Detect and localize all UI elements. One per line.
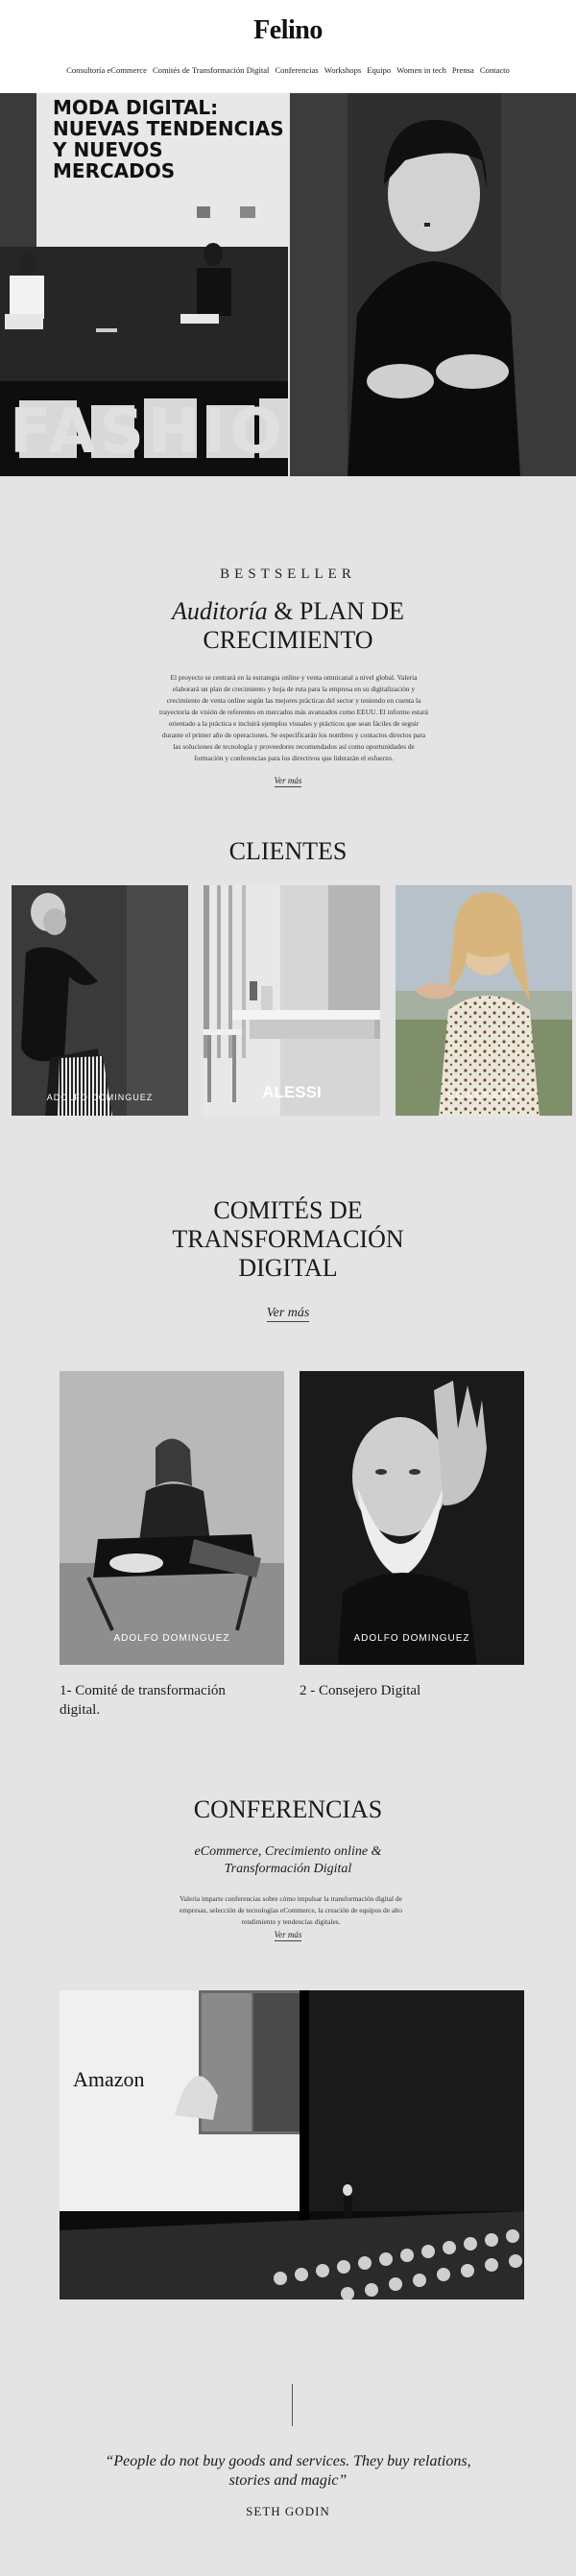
- nav-item-conferencias[interactable]: Conferencias: [275, 65, 318, 75]
- comites-ver-mas-link[interactable]: Ver más: [0, 1306, 576, 1322]
- quote-author: SETH GODIN: [246, 2504, 330, 2518]
- comite-card-1-photo[interactable]: ADOLFO DOMINGUEZ: [60, 1371, 284, 1665]
- conference-screen-text: Amazon: [73, 2067, 145, 2091]
- nav-item-comites[interactable]: Comités de Transformación Digital: [153, 65, 270, 75]
- conferencias-title: CONFERENCIAS: [193, 1795, 383, 1823]
- nav-item-contacto[interactable]: Contacto: [480, 65, 510, 75]
- conferencias-subtitle: eCommerce, Crecimiento online & Transfor…: [194, 1844, 382, 1876]
- comite-card-2-caption[interactable]: 2 - Consejero Digital: [300, 1681, 524, 1700]
- quote-text: “People do not buy goods and services. T…: [105, 2453, 471, 2489]
- hero-photo-left: MODA DIGITAL: NUEVAS TENDENCIAS Y NUEVOS…: [0, 93, 288, 476]
- client-brand-alessi: ALESSI: [262, 1083, 322, 1101]
- nav-item-workshops[interactable]: Workshops: [324, 65, 361, 75]
- bestseller-title: Auditoría & PLAN DE CRECIMIENTO: [172, 597, 404, 654]
- comites-title: COMITÉS DE TRANSFORMACIÓN DIGITAL: [172, 1196, 404, 1282]
- client-card-adolfo-dominguez[interactable]: ADOLFO DOMINGUEZ: [12, 885, 188, 1116]
- site-logo[interactable]: Felino: [0, 15, 576, 46]
- site-header: Felino Consultoría eCommerce Comités de …: [0, 0, 576, 93]
- nav-item-consultoria[interactable]: Consultoría eCommerce: [66, 65, 147, 75]
- bestseller-body: El proyecto se centrará en la estrategia…: [159, 673, 428, 762]
- client-brand-scalpers: SCALPERS: [446, 1091, 521, 1101]
- client-brand-adolfo: ADOLFO DOMINGUEZ: [46, 1093, 154, 1102]
- bestseller-ver-mas-link[interactable]: Ver más: [0, 776, 576, 787]
- comite-card-2-photo[interactable]: ADOLFO DOMINGUEZ: [300, 1371, 524, 1665]
- nav-item-equipo[interactable]: Equipo: [367, 65, 391, 75]
- comite-card-2-brand: ADOLFO DOMINGUEZ: [353, 1633, 470, 1644]
- conference-photo: Amazon: [60, 1990, 524, 2299]
- nav-item-women-in-tech[interactable]: Women in tech: [396, 65, 446, 75]
- conferencias-ver-mas-link[interactable]: Ver más: [0, 1930, 576, 1941]
- hero-photo-right: [290, 93, 576, 476]
- client-card-alessi[interactable]: ALESSI: [204, 885, 380, 1116]
- hero-stage-text: FASHION: [10, 397, 288, 468]
- quote-divider: [292, 2384, 293, 2426]
- hero-slide-text: MODA DIGITAL: NUEVAS TENDENCIAS Y NUEVOS…: [53, 96, 284, 182]
- comite-card-1-caption[interactable]: 1- Comité de transformación digital.: [60, 1681, 284, 1720]
- nav-item-prensa[interactable]: Prensa: [452, 65, 474, 75]
- bestseller-eyebrow: BESTSELLER: [220, 566, 356, 582]
- conferencias-body: Valeria imparte conferencias sobre cómo …: [180, 1894, 402, 1926]
- clientes-title: CLIENTES: [228, 837, 348, 865]
- main-nav: Consultoría eCommerce Comités de Transfo…: [0, 65, 576, 75]
- client-card-scalpers[interactable]: SCALPERS: [396, 885, 572, 1116]
- comite-card-1-brand: ADOLFO DOMINGUEZ: [113, 1633, 230, 1644]
